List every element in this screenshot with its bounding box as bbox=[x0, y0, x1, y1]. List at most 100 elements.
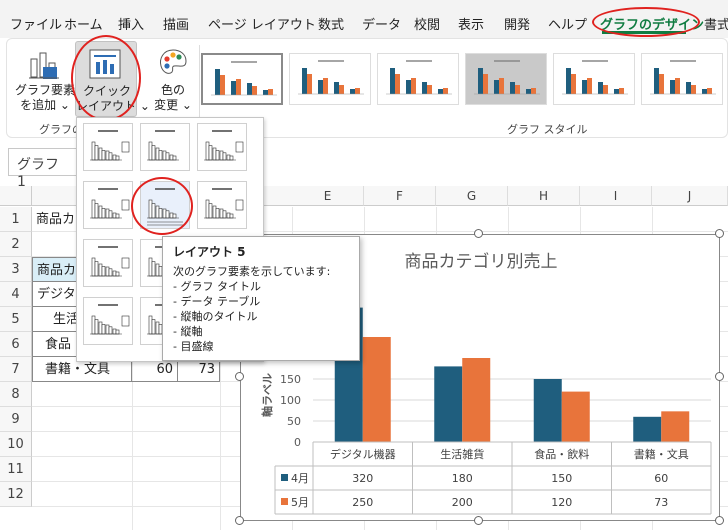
quick-layout-option[interactable] bbox=[83, 123, 133, 171]
legend-key bbox=[281, 474, 288, 481]
add-chart-element-icon bbox=[29, 52, 59, 79]
data-table-value: 73 bbox=[654, 496, 668, 509]
data-table-value: 320 bbox=[352, 472, 373, 485]
row-header[interactable]: 1 bbox=[0, 207, 32, 232]
add-chart-element-label-2: を追加 ⌄ bbox=[20, 98, 70, 112]
y-tick-label: 100 bbox=[280, 394, 301, 407]
chart-resize-handle[interactable] bbox=[474, 516, 483, 525]
column-header-i[interactable]: I bbox=[580, 186, 652, 206]
chart-resize-handle[interactable] bbox=[715, 372, 724, 381]
chart-style-thumbnail[interactable] bbox=[201, 53, 283, 105]
chart-resize-handle[interactable] bbox=[715, 229, 724, 238]
row-header[interactable]: 9 bbox=[0, 407, 32, 432]
row-header[interactable]: 3 bbox=[0, 257, 32, 282]
data-table-value: 150 bbox=[551, 472, 572, 485]
annotation-circle-tab bbox=[592, 7, 700, 37]
category-label: 書籍・文具 bbox=[634, 447, 689, 461]
row-header[interactable]: 10 bbox=[0, 432, 32, 457]
tab-formulas[interactable]: 数式 bbox=[318, 14, 344, 33]
tab-review[interactable]: 校閲 bbox=[414, 14, 440, 33]
name-box[interactable]: グラフ 1 bbox=[8, 148, 78, 190]
tab-developer[interactable]: 開発 bbox=[504, 14, 530, 33]
row-header[interactable]: 8 bbox=[0, 382, 32, 407]
row-header[interactable]: 12 bbox=[0, 482, 32, 507]
change-colors-label-2: 変更 ⌄ bbox=[154, 98, 192, 112]
y-tick-label: 150 bbox=[280, 373, 301, 386]
series-name: 5月 bbox=[291, 496, 309, 509]
series-name: 4月 bbox=[291, 472, 309, 485]
y-tick-label: 0 bbox=[294, 436, 301, 449]
chart-resize-handle[interactable] bbox=[474, 229, 483, 238]
quick-layout-option[interactable] bbox=[83, 297, 133, 345]
data-table-value: 120 bbox=[551, 496, 572, 509]
tooltip-intro: 次のグラフ要素を示しています: bbox=[173, 265, 331, 278]
change-colors-button[interactable]: 色の 変更 ⌄ bbox=[147, 43, 199, 113]
tab-view[interactable]: 表示 bbox=[458, 14, 484, 33]
chart-style-thumbnail[interactable] bbox=[289, 53, 371, 105]
quick-layout-option[interactable] bbox=[197, 123, 247, 171]
data-table-value: 180 bbox=[452, 472, 473, 485]
tooltip-item: - 縦軸 bbox=[173, 325, 203, 338]
chart-style-thumbnail[interactable] bbox=[641, 53, 723, 105]
data-table-value: 250 bbox=[352, 496, 373, 509]
quick-layout-option[interactable] bbox=[140, 123, 190, 171]
chart-style-thumbnail[interactable] bbox=[377, 53, 459, 105]
row-header[interactable]: 11 bbox=[0, 457, 32, 482]
bar-april[interactable] bbox=[633, 416, 662, 442]
chart-resize-handle[interactable] bbox=[235, 372, 244, 381]
bar-may[interactable] bbox=[561, 391, 590, 442]
data-table-value: 60 bbox=[654, 472, 668, 485]
change-colors-label-1: 色の bbox=[160, 83, 185, 97]
row-header[interactable]: 5 bbox=[0, 307, 32, 332]
tab-file[interactable]: ファイル bbox=[10, 14, 62, 33]
chart-style-thumbnail[interactable] bbox=[553, 53, 635, 105]
tooltip-item: - グラフ タイトル bbox=[173, 280, 261, 293]
column-header-e[interactable]: E bbox=[292, 186, 364, 206]
tab-format[interactable]: 書式 bbox=[704, 14, 728, 33]
column-header-j[interactable]: J bbox=[652, 186, 728, 206]
quick-layout-option[interactable] bbox=[83, 239, 133, 287]
tab-home[interactable]: ホーム bbox=[64, 14, 103, 33]
tooltip-title: レイアウト 5 bbox=[173, 245, 246, 259]
chart-resize-handle[interactable] bbox=[235, 516, 244, 525]
bar-april[interactable] bbox=[434, 366, 463, 442]
tab-data[interactable]: データ bbox=[362, 14, 401, 33]
category-label: 生活雑貨 bbox=[440, 447, 484, 461]
ribbon-tab-bar: ファイル ホーム 挿入 描画 ページ レイアウト 数式 データ 校閲 表示 開発… bbox=[0, 0, 728, 38]
quick-layout-option[interactable] bbox=[83, 181, 133, 229]
tab-insert[interactable]: 挿入 bbox=[118, 14, 144, 33]
chart-resize-handle[interactable] bbox=[715, 516, 724, 525]
annotation-circle-quick-layout bbox=[71, 35, 141, 121]
tooltip-item: - 縦軸のタイトル bbox=[173, 310, 258, 323]
chart-title[interactable]: 商品カテゴリ別売上 bbox=[405, 251, 558, 272]
column-header-g[interactable]: G bbox=[436, 186, 508, 206]
tab-help[interactable]: ヘルプ bbox=[548, 14, 587, 33]
add-chart-element-label-1: グラフ要素 bbox=[15, 83, 76, 97]
bar-may[interactable] bbox=[362, 337, 391, 442]
quick-layout-option[interactable] bbox=[197, 181, 247, 229]
bar-may[interactable] bbox=[661, 411, 690, 442]
row-header[interactable]: 6 bbox=[0, 332, 32, 357]
category-label: デジタル機器 bbox=[330, 447, 396, 461]
tab-page-layout[interactable]: ページ レイアウト bbox=[208, 14, 316, 33]
y-axis-title[interactable]: 軸ラベル bbox=[260, 373, 274, 417]
legend-key bbox=[281, 498, 288, 505]
select-all-corner[interactable] bbox=[0, 186, 32, 206]
data-table-value: 200 bbox=[452, 496, 473, 509]
annotation-circle-layout5 bbox=[131, 177, 193, 235]
bar-april[interactable] bbox=[533, 379, 562, 442]
add-chart-element-button[interactable]: グラフ要素 を追加 ⌄ bbox=[15, 43, 75, 113]
column-header-h[interactable]: H bbox=[508, 186, 580, 206]
row-header[interactable]: 2 bbox=[0, 232, 32, 257]
row-header[interactable]: 7 bbox=[0, 357, 32, 382]
row-header[interactable]: 4 bbox=[0, 282, 32, 307]
tab-draw[interactable]: 描画 bbox=[163, 14, 189, 33]
tooltip-item: - データ テーブル bbox=[173, 295, 261, 308]
layout-tooltip: レイアウト 5 次のグラフ要素を示しています: - グラフ タイトル - データ… bbox=[162, 236, 360, 361]
palette-icon bbox=[160, 49, 187, 74]
bar-may[interactable] bbox=[462, 358, 491, 442]
category-label: 食品・飲料 bbox=[534, 447, 589, 461]
column-header-f[interactable]: F bbox=[364, 186, 436, 206]
chart-styles-group-label: グラフ スタイル bbox=[507, 123, 588, 136]
chart-style-thumbnail[interactable] bbox=[465, 53, 547, 105]
